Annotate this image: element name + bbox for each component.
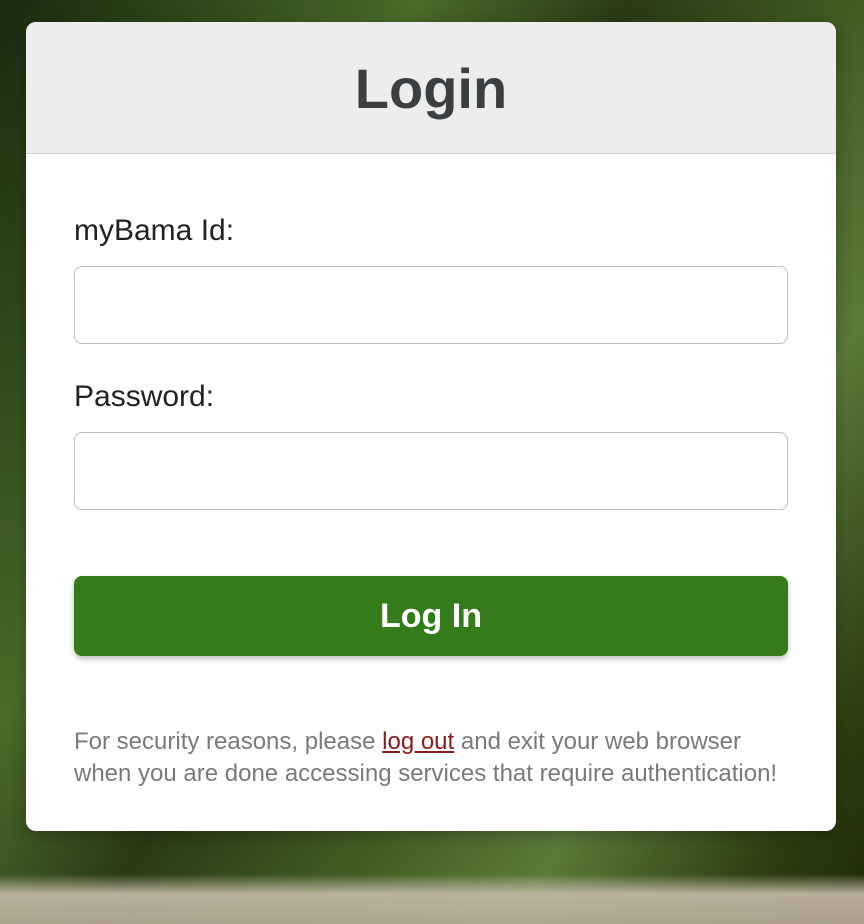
security-notice: For security reasons, please log out and… — [74, 726, 788, 791]
login-card: Login myBama Id: Password: Log In For se… — [26, 22, 836, 831]
page-title: Login — [26, 56, 836, 121]
logout-link[interactable]: log out — [382, 728, 454, 755]
username-input[interactable] — [74, 266, 788, 344]
login-button[interactable]: Log In — [74, 576, 788, 656]
card-header: Login — [26, 22, 836, 154]
background-building-strip — [0, 874, 864, 924]
password-group: Password: — [74, 380, 788, 510]
password-label: Password: — [74, 380, 788, 414]
card-body: myBama Id: Password: Log In For security… — [26, 154, 836, 831]
username-label: myBama Id: — [74, 214, 788, 248]
notice-prefix: For security reasons, please — [74, 728, 382, 755]
username-group: myBama Id: — [74, 214, 788, 344]
password-input[interactable] — [74, 432, 788, 510]
